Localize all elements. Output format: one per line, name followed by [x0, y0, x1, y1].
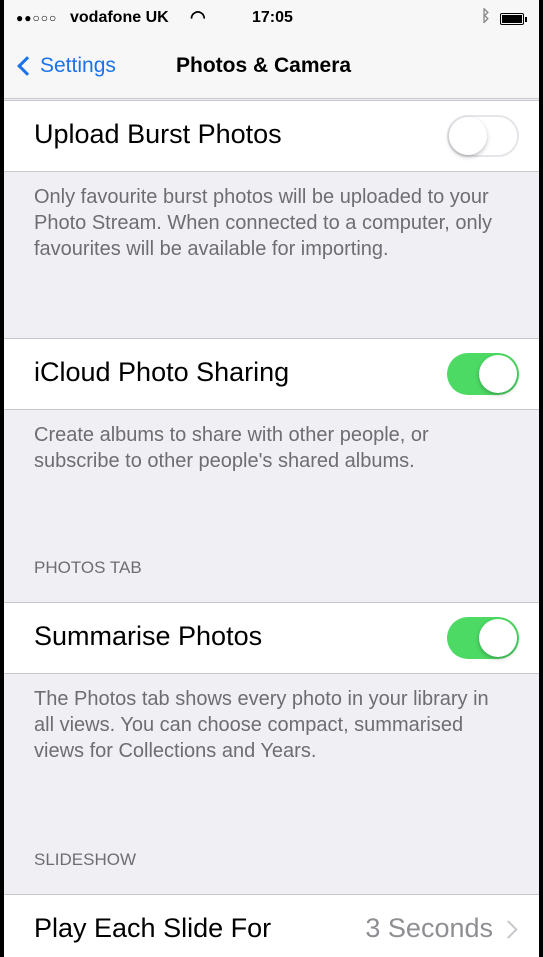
toggle-knob [479, 355, 517, 393]
toggle-knob [479, 619, 517, 657]
summarise-photos-description: The Photos tab shows every photo in your… [34, 688, 489, 762]
slideshow-section-header: SLIDESHOW [34, 850, 137, 869]
chevron-left-icon [17, 56, 37, 76]
page-title: Photos & Camera [176, 54, 352, 77]
icloud-photo-sharing-row: iCloud Photo Sharing [4, 338, 539, 410]
bluetooth-icon: ᛒ [481, 8, 491, 25]
status-bar: ●●○○○ vodafone UK ◠ 17:05 ᛒ [4, 0, 539, 38]
summarise-photos-label: Summarise Photos [34, 621, 263, 651]
chevron-right-icon [499, 920, 518, 939]
upload-burst-photos-row: Upload Burst Photos [4, 100, 539, 172]
play-each-slide-row[interactable]: Play Each Slide For 3 Seconds [4, 894, 539, 957]
back-button[interactable]: Settings [17, 54, 116, 78]
settings-list: Upload Burst Photos Only favourite burst… [4, 98, 539, 957]
toggle-knob [449, 117, 487, 155]
status-time: 17:05 [252, 9, 293, 26]
upload-burst-photos-label: Upload Burst Photos [34, 119, 282, 149]
play-each-slide-value: 3 Seconds [365, 913, 493, 943]
battery-icon [500, 13, 527, 25]
upload-burst-photos-description: Only favourite burst photos will be uplo… [34, 186, 493, 260]
back-button-label: Settings [40, 54, 116, 77]
icloud-photo-sharing-label: iCloud Photo Sharing [34, 357, 290, 387]
icloud-photo-sharing-toggle[interactable] [447, 353, 519, 395]
summarise-photos-row: Summarise Photos [4, 602, 539, 674]
photos-tab-section-header: PHOTOS TAB [34, 558, 142, 577]
icloud-photo-sharing-description: Create albums to share with other people… [34, 424, 429, 472]
phone-screen: ●●○○○ vodafone UK ◠ 17:05 ᛒ Settings Pho… [0, 0, 543, 957]
summarise-photos-toggle[interactable] [447, 617, 519, 659]
play-each-slide-label: Play Each Slide For [34, 913, 272, 943]
navigation-bar: Settings Photos & Camera [4, 44, 539, 94]
upload-burst-photos-toggle[interactable] [447, 115, 519, 157]
signal-strength: ●●○○○ [16, 11, 58, 25]
top-bar: ●●○○○ vodafone UK ◠ 17:05 ᛒ Settings Pho… [4, 0, 539, 99]
wifi-icon: ◠ [190, 7, 206, 27]
carrier-name: vodafone UK [70, 9, 169, 26]
